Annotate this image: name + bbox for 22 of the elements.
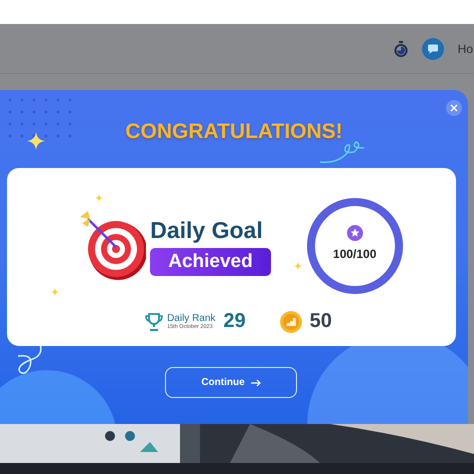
sparkle-icon xyxy=(95,194,103,202)
nav-link[interactable]: Ho xyxy=(458,42,473,56)
squiggle-icon xyxy=(318,138,366,164)
achieved-badge: Achieved xyxy=(150,248,271,276)
arrow-right-icon xyxy=(250,378,261,386)
continue-button[interactable]: Continue xyxy=(165,367,297,398)
goal-title: Daily Goal xyxy=(150,216,263,244)
trophy-icon xyxy=(145,312,164,330)
sparkle-icon xyxy=(27,132,45,150)
rank-label: Daily Rank xyxy=(167,313,216,324)
stopwatch-icon[interactable] xyxy=(394,40,408,56)
sparkle-icon xyxy=(51,288,59,296)
congratulations-title: CONGRATULATIONS! xyxy=(125,120,343,145)
sparkle-icon xyxy=(294,262,302,270)
rank-value: 29 xyxy=(223,310,246,333)
coin-value: 50 xyxy=(310,310,332,333)
close-icon xyxy=(450,104,458,112)
close-button[interactable] xyxy=(446,100,462,116)
coin-icon xyxy=(280,310,302,332)
target-icon xyxy=(80,211,146,281)
chat-icon[interactable] xyxy=(422,38,444,60)
progress-reading: 100/100 xyxy=(333,247,376,261)
